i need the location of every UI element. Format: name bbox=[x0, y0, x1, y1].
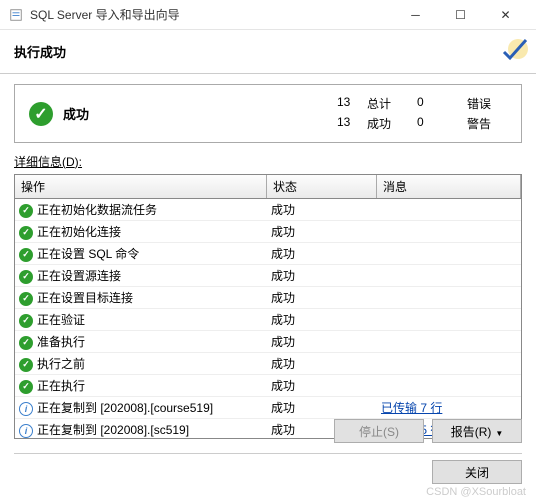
status-text: 成功 bbox=[267, 199, 377, 220]
operation-text: 正在验证 bbox=[37, 313, 85, 327]
success-icon bbox=[19, 204, 33, 218]
watermark: CSDN @XSourbloat bbox=[426, 486, 526, 498]
details-label: 详细信息(D): bbox=[14, 153, 522, 170]
close-button[interactable]: 关闭 bbox=[432, 460, 522, 484]
table-row[interactable]: 正在执行 成功 bbox=[15, 375, 521, 397]
operation-text: 正在设置 SQL 命令 bbox=[37, 247, 139, 261]
success-icon bbox=[19, 336, 33, 350]
total-count: 13 bbox=[337, 95, 367, 112]
operation-text: 正在初始化连接 bbox=[37, 225, 121, 239]
error-label: 错误 bbox=[467, 95, 507, 112]
table-row[interactable]: 正在初始化连接 成功 bbox=[15, 221, 521, 243]
success-count: 13 bbox=[337, 115, 367, 132]
success-icon bbox=[19, 226, 33, 240]
stop-button: 停止(S) bbox=[334, 419, 424, 443]
success-icon bbox=[19, 270, 33, 284]
col-status[interactable]: 状态 bbox=[267, 175, 377, 198]
warn-count: 0 bbox=[417, 115, 467, 132]
warn-label: 警告 bbox=[467, 115, 507, 132]
status-text: 成功 bbox=[267, 243, 377, 264]
col-operation[interactable]: 操作 bbox=[15, 175, 267, 198]
grid-header: 操作 状态 消息 bbox=[15, 175, 521, 199]
success-icon bbox=[19, 248, 33, 262]
operation-text: 正在执行 bbox=[37, 379, 85, 393]
status-text: 成功 bbox=[267, 331, 377, 352]
table-row[interactable]: 正在验证 成功 bbox=[15, 309, 521, 331]
operation-text: 正在设置源连接 bbox=[37, 269, 121, 283]
header-decoration bbox=[500, 34, 530, 67]
window-title: SQL Server 导入和导出向导 bbox=[30, 6, 393, 23]
success-icon bbox=[19, 380, 33, 394]
operation-text: 正在初始化数据流任务 bbox=[37, 203, 157, 217]
titlebar: SQL Server 导入和导出向导 ─ ☐ ✕ bbox=[0, 0, 536, 30]
table-row[interactable]: 正在设置目标连接 成功 bbox=[15, 287, 521, 309]
maximize-button[interactable]: ☐ bbox=[438, 0, 483, 30]
status-text: 成功 bbox=[267, 221, 377, 242]
col-message[interactable]: 消息 bbox=[377, 175, 521, 198]
table-row[interactable]: 正在设置 SQL 命令 成功 bbox=[15, 243, 521, 265]
operation-text: 准备执行 bbox=[37, 335, 85, 349]
table-row[interactable]: 正在初始化数据流任务 成功 bbox=[15, 199, 521, 221]
summary-label: 成功 bbox=[63, 104, 337, 123]
status-text: 成功 bbox=[267, 309, 377, 330]
minimize-button[interactable]: ─ bbox=[393, 0, 438, 30]
report-button[interactable]: 报告(R)▼ bbox=[432, 419, 522, 443]
summary-box: 成功 13 总计 0 错误 13 成功 0 警告 bbox=[14, 84, 522, 143]
total-label: 总计 bbox=[367, 95, 417, 112]
grid-body: 正在初始化数据流任务成功正在初始化连接成功正在设置 SQL 命令成功正在设置源连… bbox=[15, 199, 521, 439]
success-icon bbox=[19, 314, 33, 328]
status-text: 成功 bbox=[267, 265, 377, 286]
details-grid[interactable]: 操作 状态 消息 正在初始化数据流任务成功正在初始化连接成功正在设置 SQL 命… bbox=[14, 174, 522, 439]
button-row-2: 关闭 bbox=[14, 460, 522, 484]
table-row[interactable]: 正在设置源连接 成功 bbox=[15, 265, 521, 287]
table-row[interactable]: 执行之前 成功 bbox=[15, 353, 521, 375]
content-area: 成功 13 总计 0 错误 13 成功 0 警告 详细信息(D): 操作 状态 … bbox=[0, 74, 536, 439]
button-row-1: 停止(S) 报告(R)▼ bbox=[14, 419, 522, 454]
success-check-icon bbox=[29, 102, 53, 126]
app-icon bbox=[8, 7, 24, 23]
success-icon bbox=[19, 358, 33, 372]
success-label: 成功 bbox=[367, 115, 417, 132]
error-count: 0 bbox=[417, 95, 467, 112]
table-row[interactable]: 准备执行 成功 bbox=[15, 331, 521, 353]
status-text: 成功 bbox=[267, 375, 377, 396]
operation-text: 正在设置目标连接 bbox=[37, 291, 133, 305]
operation-text: 执行之前 bbox=[37, 357, 85, 371]
header-title: 执行成功 bbox=[14, 42, 66, 61]
success-icon bbox=[19, 292, 33, 306]
close-window-button[interactable]: ✕ bbox=[483, 0, 528, 30]
wizard-header: 执行成功 bbox=[0, 30, 536, 74]
status-text: 成功 bbox=[267, 287, 377, 308]
status-text: 成功 bbox=[267, 353, 377, 374]
summary-stats: 13 总计 0 错误 13 成功 0 警告 bbox=[337, 95, 507, 132]
chevron-down-icon: ▼ bbox=[495, 429, 503, 438]
